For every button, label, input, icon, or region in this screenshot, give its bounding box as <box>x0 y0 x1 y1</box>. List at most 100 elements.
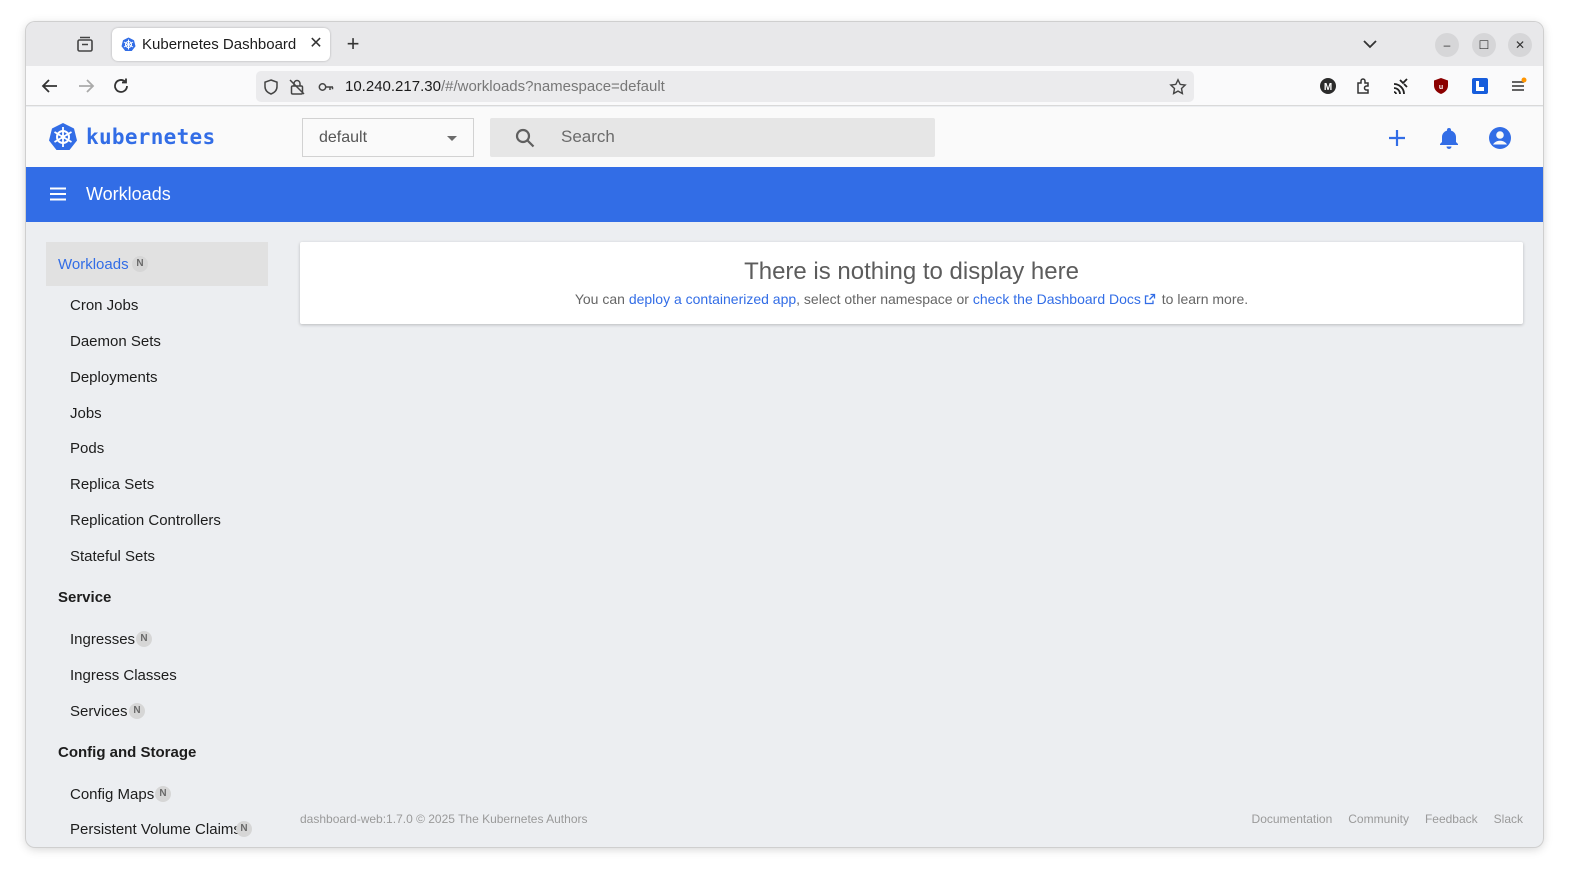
message-prefix: You can <box>574 291 629 307</box>
open-in-new-icon[interactable] <box>1144 292 1156 305</box>
empty-state-message: You can deploy a containerized app, sele… <box>300 291 1523 307</box>
ublock-shield-icon[interactable]: u <box>1431 76 1451 96</box>
insecure-lock-icon[interactable] <box>288 78 306 96</box>
sidebar-item-replication-controllers[interactable]: Replication Controllers <box>46 503 268 539</box>
sidebar: Workloads N Cron Jobs Daemon Sets Deploy… <box>46 242 268 847</box>
sidebar-item-services[interactable]: Services N <box>46 694 268 730</box>
notifications-bell-icon[interactable] <box>1436 125 1462 151</box>
sidebar-item-label: Deployments <box>70 369 158 386</box>
search-icon <box>514 127 536 149</box>
kubernetes-favicon-icon <box>121 37 136 52</box>
dashboard-docs-link[interactable]: check the Dashboard Docs <box>973 291 1141 307</box>
footer-links: Documentation Community Feedback Slack <box>1236 812 1523 826</box>
close-window-button[interactable]: ✕ <box>1508 33 1532 57</box>
m-extension-icon[interactable]: M <box>1318 76 1338 96</box>
sidebar-item-replica-sets[interactable]: Replica Sets <box>46 467 268 503</box>
sidebar-item-label: Ingresses <box>70 631 136 648</box>
maximize-window-button[interactable]: ☐ <box>1472 33 1496 57</box>
create-plus-icon[interactable] <box>1384 125 1410 151</box>
sidebar-item-workloads[interactable]: Workloads N <box>46 242 268 286</box>
app-menu-icon[interactable] <box>1508 76 1528 96</box>
extensions-puzzle-icon[interactable] <box>1354 76 1374 96</box>
menu-hamburger-icon[interactable] <box>48 184 68 204</box>
search-input[interactable] <box>561 126 901 148</box>
footer-version: dashboard-web:1.7.0 © 2025 The Kubernete… <box>300 812 588 826</box>
svg-text:u: u <box>1439 84 1443 91</box>
url-host: 10.240.217.30 <box>345 78 441 95</box>
empty-state-card: There is nothing to display here You can… <box>300 242 1523 324</box>
sidebar-item-label: Stateful Sets <box>70 548 156 565</box>
sidebar-item-label: Ingress Classes <box>70 667 177 684</box>
new-tab-icon[interactable]: + <box>342 33 364 56</box>
tab-title: Kubernetes Dashboard <box>142 36 297 53</box>
minimize-window-button[interactable]: – <box>1435 33 1459 57</box>
sidebar-item-label: Cron Jobs <box>70 297 139 314</box>
sidebar-section-config-and-storage[interactable]: Config and Storage <box>46 735 268 771</box>
footer-link-slack[interactable]: Slack <box>1494 812 1523 826</box>
namespace-value: default <box>319 129 368 146</box>
sidebar-item-pods[interactable]: Pods <box>46 431 268 467</box>
message-suffix: to learn more. <box>1157 291 1249 307</box>
sidebar-item-persistent-volume-claims[interactable]: Persistent Volume Claims N <box>46 812 268 847</box>
page-title: Workloads <box>86 184 171 204</box>
sidebar-item-jobs[interactable]: Jobs <box>46 396 268 432</box>
sidebar-item-deployments[interactable]: Deployments <box>46 360 268 396</box>
brand-name[interactable]: kubernetes <box>86 125 215 149</box>
forward-arrow-icon[interactable] <box>76 76 96 96</box>
url-text[interactable]: 10.240.217.30/#/workloads?namespace=defa… <box>345 78 665 95</box>
sidebar-item-label: Services <box>70 703 128 720</box>
reload-icon[interactable] <box>111 76 131 96</box>
footer-link-documentation[interactable]: Documentation <box>1252 812 1333 826</box>
bookmark-star-icon[interactable] <box>1169 78 1187 96</box>
deploy-app-link[interactable]: deploy a containerized app <box>629 291 796 307</box>
account-circle-icon[interactable] <box>1487 125 1513 151</box>
namespaced-badge: N <box>155 786 171 802</box>
sidebar-section-label: Config and Storage <box>58 744 197 761</box>
namespaced-badge: N <box>236 821 252 837</box>
cast-extension-icon[interactable] <box>1391 76 1411 96</box>
namespaced-badge: N <box>132 256 148 272</box>
sidebar-section-service[interactable]: Service <box>46 580 268 616</box>
close-tab-icon[interactable]: ✕ <box>308 36 324 52</box>
namespaced-badge: N <box>129 703 145 719</box>
chevron-down-icon[interactable] <box>1360 35 1380 53</box>
sidebar-item-label: Config Maps <box>70 786 155 803</box>
sidebar-item-cron-jobs[interactable]: Cron Jobs <box>46 288 268 324</box>
kubernetes-logo-icon[interactable] <box>48 122 78 152</box>
bitwarden-extension-icon[interactable] <box>1470 76 1490 96</box>
back-arrow-icon[interactable] <box>40 76 60 96</box>
message-middle: , select other namespace or <box>796 291 973 307</box>
sidebar-item-label: Persistent Volume Claims <box>70 821 241 838</box>
tab-kubernetes-dashboard[interactable]: Kubernetes Dashboard ✕ <box>112 28 330 61</box>
sidebar-item-label: Daemon Sets <box>70 333 161 350</box>
sidebar-item-ingress-classes[interactable]: Ingress Classes <box>46 658 268 694</box>
browser-window: Kubernetes Dashboard ✕ + – ☐ ✕ 10.240.21… <box>26 22 1543 847</box>
sidebar-item-ingresses[interactable]: Ingresses N <box>46 622 268 658</box>
empty-state-heading: There is nothing to display here <box>744 258 1079 285</box>
sidebar-item-label: Replication Controllers <box>70 512 221 529</box>
footer-link-feedback[interactable]: Feedback <box>1425 812 1478 826</box>
dropdown-caret-icon <box>447 136 457 141</box>
search-box[interactable] <box>490 118 935 157</box>
app-header: kubernetes default <box>26 107 1543 167</box>
sidebar-section-label: Service <box>58 589 112 606</box>
footer-link-community[interactable]: Community <box>1348 812 1409 826</box>
tab-strip: Kubernetes Dashboard ✕ + – ☐ ✕ <box>26 22 1543 66</box>
sidebar-item-label: Jobs <box>70 405 102 422</box>
sidebar-item-label: Workloads <box>58 256 129 273</box>
sidebar-item-config-maps[interactable]: Config Maps N <box>46 777 268 813</box>
navigation-bar: 10.240.217.30/#/workloads?namespace=defa… <box>26 66 1543 106</box>
tab-overview-icon[interactable] <box>74 34 96 56</box>
address-bar[interactable]: 10.240.217.30/#/workloads?namespace=defa… <box>256 71 1194 102</box>
sidebar-item-label: Replica Sets <box>70 476 155 493</box>
shield-icon[interactable] <box>262 78 280 96</box>
key-icon[interactable] <box>317 78 335 96</box>
sidebar-item-daemon-sets[interactable]: Daemon Sets <box>46 324 268 360</box>
page-toolbar: Workloads <box>26 167 1543 222</box>
sidebar-item-stateful-sets[interactable]: Stateful Sets <box>46 539 268 575</box>
svg-text:M: M <box>1324 82 1332 93</box>
namespaced-badge: N <box>136 631 152 647</box>
sidebar-item-label: Pods <box>70 440 105 457</box>
namespace-select[interactable]: default <box>302 118 474 157</box>
url-path: /#/workloads?namespace=default <box>440 78 665 95</box>
